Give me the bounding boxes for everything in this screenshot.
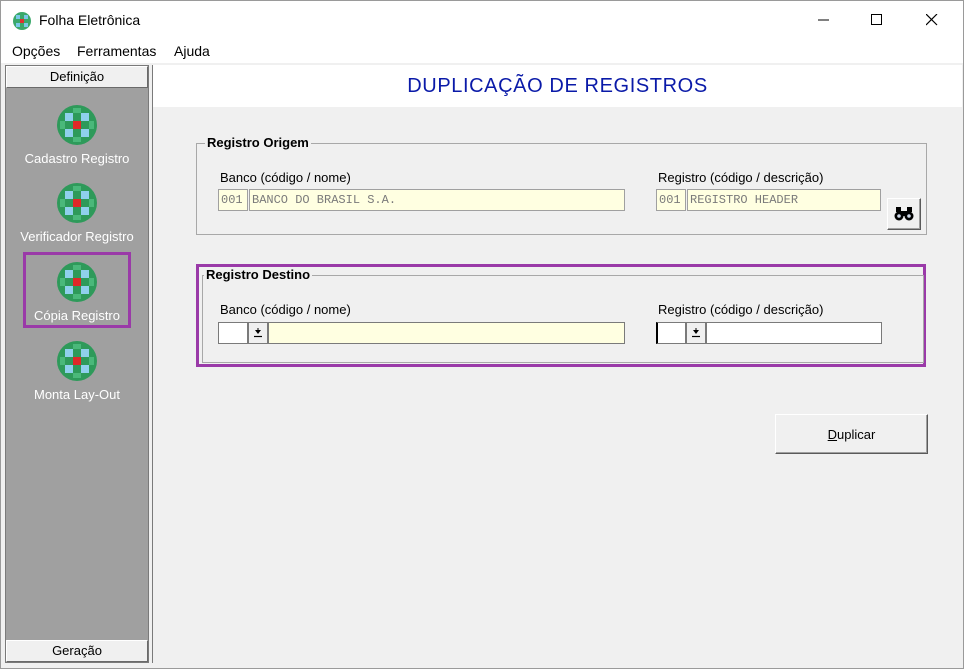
group-legend: Registro Destino — [204, 267, 313, 282]
sidebar-item-cadastro-registro[interactable]: Cadastro Registro — [6, 104, 148, 178]
dropdown-arrow-icon — [254, 328, 262, 338]
duplicar-button-label: Duplicar — [827, 426, 876, 442]
sidebar-item-verificador-registro[interactable]: Verificador Registro — [6, 182, 148, 256]
registro-label: Registro (código / descrição) — [658, 170, 824, 185]
globe-icon — [57, 183, 97, 223]
minimize-icon — [818, 19, 829, 21]
sidebar: Definição Cadastro Registro Verificador … — [5, 65, 149, 663]
origem-registro-codigo: 001 — [656, 189, 686, 211]
globe-icon — [57, 341, 97, 381]
maximize-icon — [871, 14, 882, 25]
banco-label: Banco (código / nome) — [220, 302, 351, 317]
sidebar-header-geracao[interactable]: Geração — [6, 640, 148, 662]
destino-registro-codigo-input[interactable] — [656, 322, 686, 344]
page-title-bar: DUPLICAÇÃO DE REGISTROS — [153, 65, 962, 107]
sidebar-item-label: Verificador Registro — [20, 229, 134, 244]
sidebar-item-label: Cópia Registro — [34, 308, 120, 323]
main-panel: DUPLICAÇÃO DE REGISTROS Registro Origem … — [152, 65, 962, 663]
duplicar-button[interactable]: Duplicar — [775, 414, 928, 454]
sidebar-item-label: Monta Lay-Out — [34, 387, 120, 402]
destino-banco-dropdown-button[interactable] — [248, 322, 268, 344]
destino-registro-dropdown-button[interactable] — [686, 322, 706, 344]
search-origem-button[interactable] — [887, 198, 921, 230]
close-button[interactable] — [909, 1, 955, 39]
binoculars-icon — [894, 207, 914, 221]
title-bar: Folha Eletrônica — [1, 1, 963, 39]
menu-ferramentas[interactable]: Ferramentas — [77, 43, 156, 59]
minimize-button[interactable] — [801, 1, 847, 39]
menu-ajuda[interactable]: Ajuda — [174, 43, 210, 59]
window-title: Folha Eletrônica — [39, 12, 141, 28]
sidebar-item-label: Cadastro Registro — [24, 151, 130, 166]
page-title: DUPLICAÇÃO DE REGISTROS — [407, 75, 708, 97]
app-window: Folha Eletrônica Opções Ferramentas Ajud… — [0, 0, 964, 669]
sidebar-header-definicao[interactable]: Definição — [6, 66, 148, 88]
group-registro-destino: Registro Destino Banco (código / nome) R… — [202, 267, 924, 363]
registro-label: Registro (código / descrição) — [658, 302, 824, 317]
sidebar-item-monta-layout[interactable]: Monta Lay-Out — [6, 340, 148, 414]
origem-banco-codigo: 001 — [218, 189, 248, 211]
app-globe-icon — [13, 12, 31, 30]
menu-bar: Opções Ferramentas Ajuda — [1, 39, 963, 63]
globe-icon — [57, 105, 97, 145]
destino-banco-nome-input[interactable] — [268, 322, 625, 344]
destino-registro-descricao-input[interactable] — [706, 322, 882, 344]
maximize-button[interactable] — [854, 1, 900, 39]
group-registro-origem: Registro Origem Banco (código / nome) 00… — [196, 135, 927, 235]
close-icon — [926, 14, 938, 26]
globe-icon — [57, 262, 97, 302]
origem-registro-descricao: REGISTRO HEADER — [687, 189, 881, 211]
origem-banco-nome: BANCO DO BRASIL S.A. — [249, 189, 625, 211]
destino-banco-codigo-input[interactable] — [218, 322, 248, 344]
dropdown-arrow-icon — [692, 328, 700, 338]
menu-opcoes[interactable]: Opções — [12, 43, 60, 59]
sidebar-item-copia-registro[interactable]: Cópia Registro — [23, 252, 131, 328]
banco-label: Banco (código / nome) — [220, 170, 351, 185]
group-legend: Registro Origem — [205, 135, 311, 150]
